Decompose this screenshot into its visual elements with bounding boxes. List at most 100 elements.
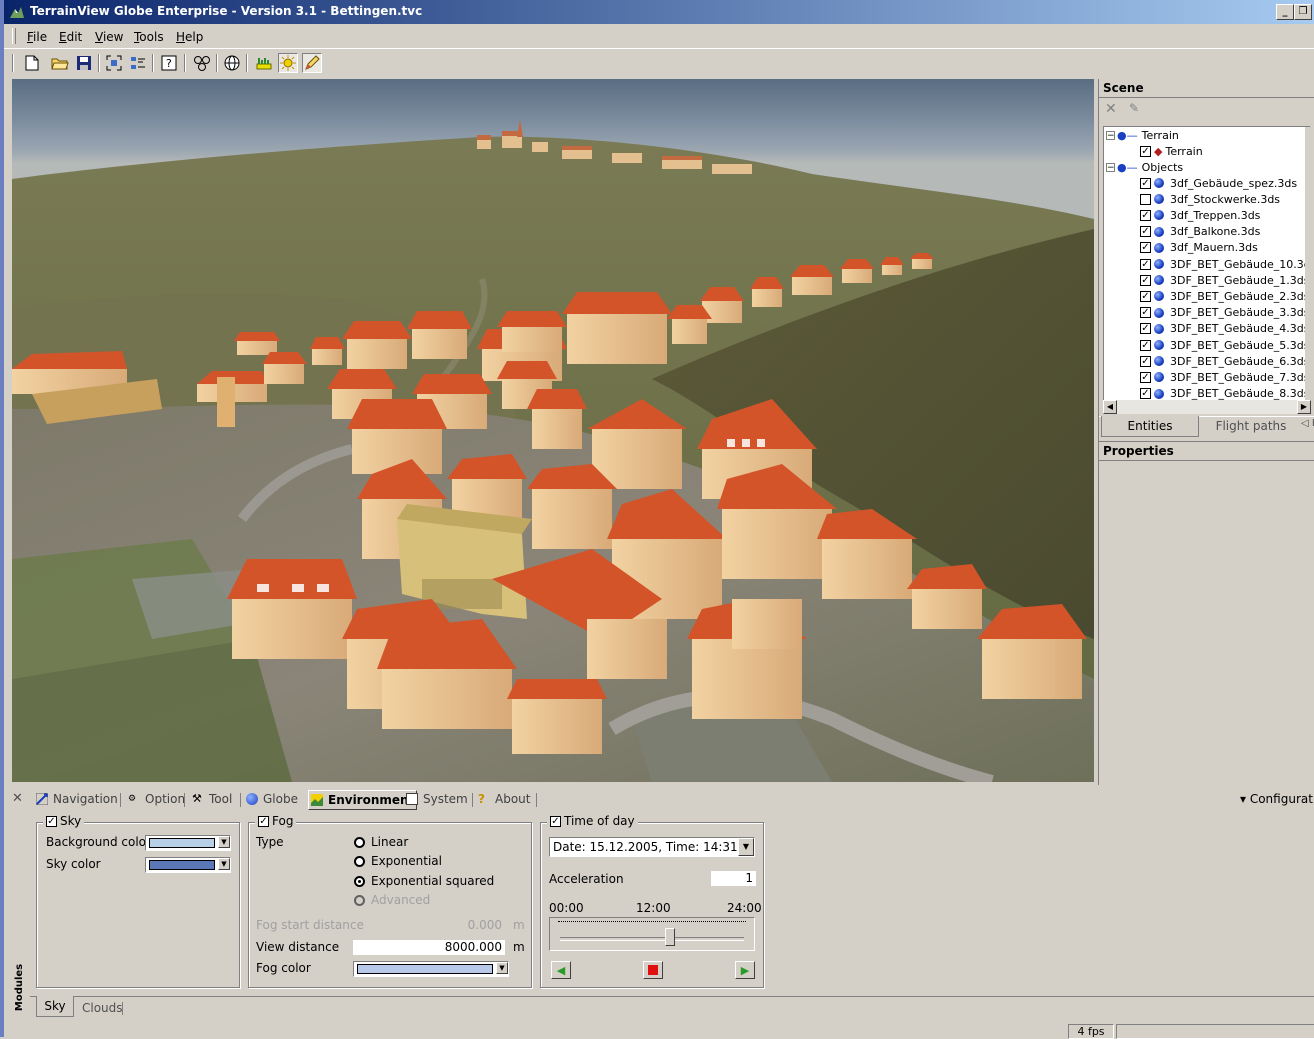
open-folder-icon[interactable]: [50, 53, 70, 73]
fog-toggle[interactable]: ✓ Fog: [255, 814, 297, 828]
object-name: 3DF_BET_Gebäude_3.3ds: [1170, 306, 1310, 320]
layers-icon[interactable]: [128, 53, 148, 73]
restore-button[interactable]: ❐: [1294, 4, 1312, 20]
tree-node-object[interactable]: ✓ 3DF_BET_Gebäude_7.3ds: [1140, 369, 1309, 385]
scene-tree[interactable]: − ●— Terrain ✓ ◆ Terrain − ●— Objects ✓ 3df_Geb…: [1103, 126, 1311, 402]
tree-horizontal-scrollbar[interactable]: ◀ ▶: [1103, 400, 1311, 414]
time-of-day-toggle[interactable]: ✓ Time of day: [547, 814, 638, 828]
tree-node-object[interactable]: ✓ 3DF_BET_Gebäude_1.3ds: [1140, 272, 1309, 288]
subtab-sky[interactable]: Sky: [36, 996, 74, 1017]
tab-entities[interactable]: Entities: [1101, 416, 1199, 437]
sky-toggle[interactable]: ✓ Sky: [43, 814, 85, 828]
module-tabs: ✕ Navigation ⚙ Option ⚒ Tool Globe Envir…: [12, 788, 1314, 810]
tree-node-object[interactable]: ✓ 3df_Mauern.3ds: [1140, 240, 1258, 256]
option-icon: ⚙: [128, 794, 137, 804]
scroll-right-button[interactable]: ▶: [1297, 400, 1311, 414]
view-distance-field[interactable]: 8000.000: [353, 940, 505, 955]
object-visibility-checkbox[interactable]: ✓: [1140, 307, 1151, 319]
tree-node-object[interactable]: ✓ 3DF_BET_Gebäude_10.3ds: [1140, 256, 1310, 272]
time-slider[interactable]: [549, 917, 755, 951]
object-sphere-icon: [1154, 275, 1164, 286]
tree-node-object[interactable]: ✓ 3DF_BET_Gebäude_4.3ds: [1140, 321, 1309, 337]
object-visibility-checkbox[interactable]: ✓: [1140, 177, 1151, 189]
object-visibility-checkbox[interactable]: ✓: [1140, 339, 1151, 351]
measure-icon[interactable]: [254, 53, 274, 73]
date-time-select[interactable]: Date: 15.12.2005, Time: 14:31 ▼: [549, 837, 755, 857]
document-icon: [406, 793, 418, 805]
object-sphere-icon: [1154, 356, 1164, 367]
play-forward-button[interactable]: ▶: [735, 961, 755, 979]
object-visibility-checkbox[interactable]: ✓: [1140, 274, 1151, 286]
sun-icon[interactable]: [278, 53, 298, 73]
menu-help[interactable]: Help: [176, 30, 203, 44]
tab-navigation[interactable]: Navigation: [36, 792, 118, 806]
tree-node-object[interactable]: ✓ 3df_Gebäude_spez.3ds: [1140, 175, 1297, 191]
toolbar: ?: [4, 48, 1314, 77]
object-name: 3DF_BET_Gebäude_5.3ds: [1170, 338, 1310, 352]
scroll-left-button[interactable]: ◀: [1103, 400, 1117, 414]
object-visibility-checkbox[interactable]: ✓: [1140, 290, 1151, 302]
fog-exponential-radio[interactable]: Exponential: [354, 854, 442, 868]
menu-view[interactable]: View: [95, 30, 123, 44]
acceleration-field[interactable]: 1: [711, 871, 756, 886]
background-color-picker[interactable]: ▼: [145, 835, 231, 851]
tab-system[interactable]: System: [406, 792, 468, 806]
globe-icon[interactable]: [222, 53, 242, 73]
tab-option[interactable]: ⚙ Option: [128, 792, 185, 806]
help-icon[interactable]: ?: [159, 53, 179, 73]
object-visibility-checkbox[interactable]: ✓: [1140, 242, 1151, 254]
object-visibility-checkbox[interactable]: ✓: [1140, 258, 1151, 270]
subtab-clouds[interactable]: Clouds: [82, 998, 123, 1018]
object-visibility-checkbox[interactable]: ✓: [1140, 323, 1151, 335]
tab-flight-paths[interactable]: Flight paths: [1201, 416, 1301, 436]
zoom-extents-icon[interactable]: [104, 53, 124, 73]
tree-node-objects-group[interactable]: − ●— Objects: [1106, 159, 1183, 175]
play-backward-button[interactable]: ◀: [551, 961, 571, 979]
fog-start-unit: m: [513, 918, 525, 932]
terrain-icon: ◆: [1154, 144, 1163, 158]
links-icon[interactable]: [192, 53, 212, 73]
object-visibility-checkbox[interactable]: ✓: [1140, 388, 1151, 400]
tree-node-object[interactable]: ✓ 3df_Treppen.3ds: [1140, 207, 1260, 223]
tree-node-object[interactable]: ✓ 3DF_BET_Gebäude_5.3ds: [1140, 337, 1309, 353]
tree-node-object[interactable]: ✓ 3DF_BET_Gebäude_2.3ds: [1140, 288, 1309, 304]
object-visibility-checkbox[interactable]: [1140, 193, 1151, 205]
pencil-icon[interactable]: [302, 53, 322, 73]
stop-button[interactable]: [643, 961, 663, 979]
tree-node-terrain-group[interactable]: − ●— Terrain: [1106, 127, 1179, 143]
close-modules-icon[interactable]: ✕: [12, 791, 23, 806]
delete-icon[interactable]: ✕: [1105, 101, 1117, 117]
tree-node-terrain[interactable]: ✓ ◆ Terrain: [1140, 143, 1203, 159]
menu-file[interactable]: File: [27, 30, 47, 44]
edit-icon[interactable]: ✎: [1129, 101, 1139, 115]
tree-node-object[interactable]: ✓ 3df_Balkone.3ds: [1140, 224, 1260, 240]
menu-edit[interactable]: Edit: [59, 30, 82, 44]
tab-about[interactable]: ? About: [478, 792, 530, 806]
modules-side-label: Modules: [14, 963, 26, 1012]
tree-node-object[interactable]: ✓ 3DF_BET_Gebäude_6.3ds: [1140, 353, 1309, 369]
tree-node-object[interactable]: ✓ 3DF_BET_Gebäude_3.3ds: [1140, 305, 1309, 321]
object-name: 3df_Treppen.3ds: [1170, 208, 1261, 222]
tree-node-object[interactable]: 3df_Stockwerke.3ds: [1140, 191, 1280, 207]
fog-exponential-squared-radio[interactable]: Exponential squared: [354, 874, 494, 888]
time-slider-thumb[interactable]: [665, 928, 676, 946]
save-icon[interactable]: [74, 53, 94, 73]
configuration-menu[interactable]: ▾ Configuration: [1240, 792, 1314, 806]
object-visibility-checkbox[interactable]: ✓: [1140, 226, 1151, 238]
terrain-3d-view[interactable]: [12, 79, 1094, 782]
tab-scroll-icon[interactable]: ◁ I: [1301, 418, 1314, 429]
tab-environment[interactable]: Environment: [308, 790, 418, 810]
object-visibility-checkbox[interactable]: ✓: [1140, 371, 1151, 383]
tab-tool[interactable]: ⚒ Tool: [192, 792, 232, 806]
object-visibility-checkbox[interactable]: ✓: [1140, 209, 1151, 221]
sky-color-picker[interactable]: ▼: [145, 857, 231, 873]
menu-tools[interactable]: Tools: [134, 30, 164, 44]
object-visibility-checkbox[interactable]: ✓: [1140, 355, 1151, 367]
fog-type-label: Type: [256, 835, 284, 849]
fog-color-picker[interactable]: ▼: [353, 961, 509, 977]
fog-advanced-radio[interactable]: Advanced: [354, 893, 430, 907]
minimize-button[interactable]: _: [1276, 4, 1294, 20]
tab-globe[interactable]: Globe: [246, 792, 298, 806]
new-file-icon[interactable]: [22, 53, 42, 73]
fog-linear-radio[interactable]: Linear: [354, 835, 408, 849]
